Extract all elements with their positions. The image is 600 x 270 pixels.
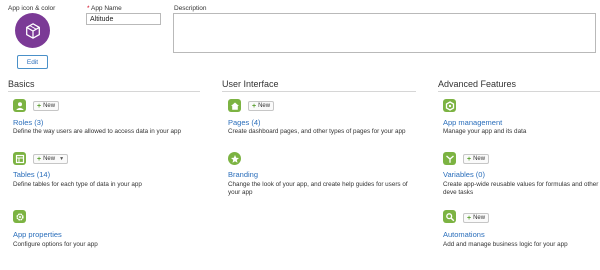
branding-link[interactable]: Branding [228,170,258,179]
roles-description: Define the way users are allowed to acce… [13,128,182,135]
app-name-input[interactable]: Altitude [86,13,161,25]
pages-link[interactable]: Pages (4) [228,118,261,127]
home-icon [228,99,241,112]
plus-icon: + [467,155,472,163]
description-textarea[interactable] [173,13,596,53]
tables-new-button[interactable]: + New ▼ [33,154,69,164]
user-interface-divider [222,91,416,92]
advanced-features-heading: Advanced Features [438,79,517,89]
plus-icon: + [252,102,257,110]
app-icon-label: App icon & color [8,5,56,12]
tables-link[interactable]: Tables (14) [13,170,50,179]
cube-icon [25,22,40,39]
variables-link[interactable]: Variables (0) [443,170,485,179]
app-name-value: Altitude [90,15,114,23]
app-name-label: * App Name [87,5,122,12]
plus-icon: + [467,214,472,222]
user-icon [13,99,26,112]
app-management-link[interactable]: App management [443,118,502,127]
pages-new-button[interactable]: + New [248,101,275,111]
variables-new-button[interactable]: + New [463,154,490,164]
basics-divider [8,91,200,92]
roles-new-button[interactable]: + New [33,101,60,111]
user-interface-heading: User Interface [222,79,279,89]
app-management-description: Manage your app and its data [443,128,527,135]
app-name-label-text: App Name [90,5,122,12]
gear-icon [13,210,26,223]
chevron-down-icon: ▼ [59,156,65,162]
app-properties-link[interactable]: App properties [13,230,62,239]
automations-link[interactable]: Automations [443,230,485,239]
tables-description: Define tables for each type of data in y… [13,181,142,188]
plus-icon: + [37,155,42,163]
description-label: Description [174,5,207,12]
edit-icon-button[interactable]: Edit [17,55,48,69]
required-mark: * [87,5,90,12]
pages-description: Create dashboard pages, and other types … [228,128,406,135]
roles-link[interactable]: Roles (3) [13,118,43,127]
app-icon[interactable] [15,13,50,48]
automation-icon [443,210,456,223]
automations-new-button[interactable]: + New [463,213,490,223]
plus-icon: + [37,102,42,110]
table-icon [13,152,26,165]
basics-heading: Basics [8,79,35,89]
hexagon-icon [443,99,456,112]
variable-icon [443,152,456,165]
variables-description: Create app-wide reusable values for form… [443,181,599,196]
automations-description: Add and manage business logic for your a… [443,241,568,248]
branding-description: Change the look of your app, and create … [228,181,408,196]
app-properties-description: Configure options for your app [13,241,98,248]
star-icon [228,152,241,165]
advanced-features-divider [438,91,600,92]
